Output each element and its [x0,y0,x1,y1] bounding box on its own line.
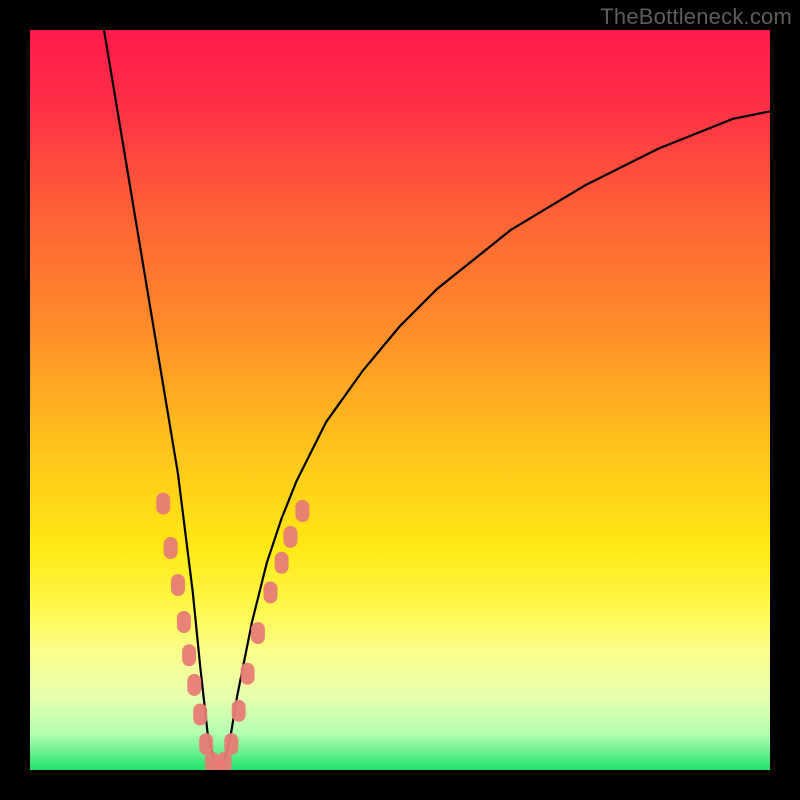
curve-marker [164,537,178,559]
chart-svg [30,30,770,770]
curve-marker [275,552,289,574]
chart-frame: TheBottleneck.com [0,0,800,800]
curve-marker [295,500,309,522]
plot-area [30,30,770,770]
curve-marker [171,574,185,596]
curve-marker [156,493,170,515]
curve-marker [264,581,278,603]
curve-marker [193,704,207,726]
curve-marker [182,644,196,666]
curve-marker [187,674,201,696]
curve-marker [232,700,246,722]
curve-marker [283,526,297,548]
curve-marker [251,622,265,644]
curve-marker [224,733,238,755]
gradient-background [30,30,770,770]
curve-marker [241,663,255,685]
watermark-text: TheBottleneck.com [600,4,792,30]
curve-marker [177,611,191,633]
